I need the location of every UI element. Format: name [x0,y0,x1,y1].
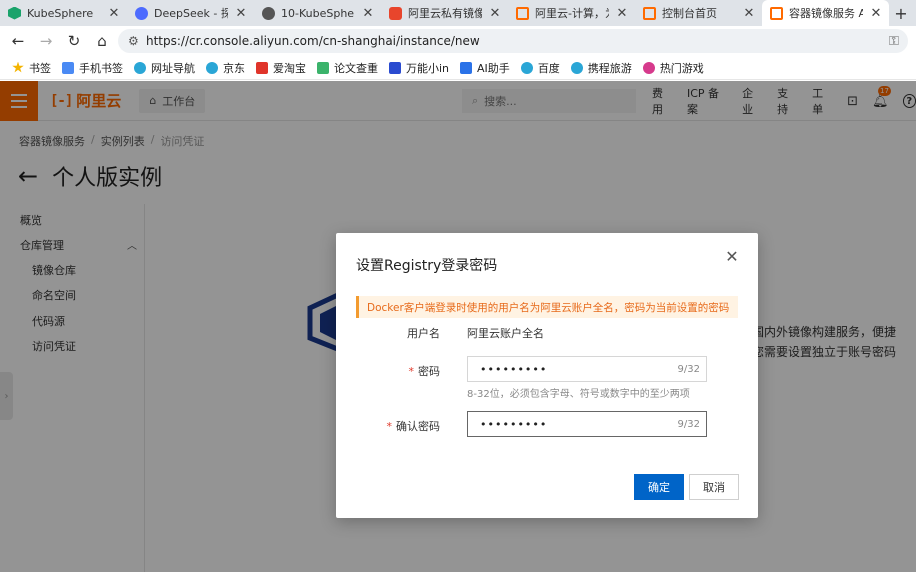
warning-banner: Docker客户端登录时使用的用户名为阿里云账户全名，密码为当前设置的密码 [356,296,738,318]
browser-tab-strip: KubeSphere ✕ DeepSeek - 探索未 ✕ 10-KubeSph… [0,0,916,26]
bookmark-label: 书签 [29,61,51,75]
browser-logo-icon [520,61,533,74]
bookmark-item[interactable]: 携程旅游 [569,60,641,76]
folder-icon [62,61,74,74]
required-mark: * [408,365,415,378]
browser-tab-kubesphere[interactable]: KubeSphere ✕ [0,0,127,26]
browser-tab-aliyun[interactable]: 阿里云-计算，为了 ✕ [508,0,635,26]
new-tab-button[interactable]: + [889,0,913,26]
confirm-password-input[interactable] [480,417,678,431]
password-field[interactable]: 9/32 [467,356,707,382]
close-icon[interactable]: ✕ [869,6,883,21]
close-icon[interactable]: ✕ [488,6,502,21]
close-icon[interactable]: ✕ [724,247,740,266]
browser-tab-console[interactable]: 控制台首页 ✕ [635,0,762,26]
site-settings-icon[interactable]: ⚙ [128,34,146,48]
browser-tab-acr[interactable]: 容器镜像服务 ACR ✕ [762,0,889,26]
password-label: * 密码 [408,365,441,378]
bookmark-label: 论文查重 [334,61,378,75]
home-icon[interactable]: ⌂ [88,32,116,50]
password-hint: 8-32位，必须包含字母、符号或数字中的至少两项 [467,389,690,400]
browser-logo-icon [134,61,146,74]
bookmark-label: 网址导航 [151,61,195,75]
bookmark-item[interactable]: 手机书签 [60,60,132,76]
aliyun-icon [643,6,656,20]
taobao-icon [256,61,268,74]
close-icon[interactable]: ✕ [615,6,629,21]
close-icon[interactable]: ✕ [234,6,248,21]
tab-title: 10-KubeSphere平 [281,7,355,20]
bookmark-label: 京东 [223,61,245,75]
aliyun-icon [770,6,783,20]
username-value: 阿里云账户全名 [467,327,544,340]
close-icon[interactable]: ✕ [361,6,375,21]
browser-toolbar: ← → ↻ ⌂ ⚙ https://cr.console.aliyun.com/… [0,26,916,56]
bookmark-item[interactable]: 网址导航 [132,60,204,76]
browser-tab-csdn[interactable]: 阿里云私有镜像仓库 ✕ [381,0,508,26]
close-icon[interactable]: ✕ [107,6,121,21]
browser-tab-kubesphere-doc[interactable]: 10-KubeSphere平 ✕ [254,0,381,26]
url-text[interactable]: https://cr.console.aliyun.com/cn-shangha… [146,34,880,48]
assistant-icon [389,61,401,74]
back-arrow-icon[interactable]: ← [4,32,32,50]
csdn-icon [389,6,402,20]
bookmark-item[interactable]: 论文查重 [315,60,387,76]
bookmark-label: 热门游戏 [659,61,704,75]
confirm-button[interactable]: 确定 [634,474,684,500]
tab-title: 阿里云私有镜像仓库 [408,7,482,20]
bookmark-item[interactable]: 书签 [10,60,60,76]
tab-title: DeepSeek - 探索未 [154,7,228,20]
close-icon[interactable]: ✕ [742,6,756,21]
password-char-count: 9/32 [677,363,700,375]
bookmark-item[interactable]: 万能小in [387,60,458,76]
address-bar[interactable]: ⚙ https://cr.console.aliyun.com/cn-shang… [118,29,908,53]
tab-title: 阿里云-计算，为了 [535,7,609,20]
reload-icon[interactable]: ↻ [60,32,88,50]
bookmarks-bar: 书签 手机书签 网址导航 京东 爱淘宝 论文查重 万能小in AI助手 百度 携… [0,56,916,80]
bookmark-item[interactable]: 热门游戏 [641,60,713,76]
bookmark-item[interactable]: AI助手 [458,60,519,76]
bookmark-label: 百度 [537,61,560,75]
bookmark-label: 携程旅游 [587,61,632,75]
key-icon[interactable]: ⚿ [880,34,908,49]
bookmark-item[interactable]: 百度 [519,60,569,76]
confirm-password-label: * 确认密码 [386,420,441,433]
cancel-button[interactable]: 取消 [689,474,739,500]
bookmark-label: 爱淘宝 [273,61,306,75]
username-label: 用户名 [407,327,440,340]
game-icon [642,61,655,74]
tab-title: KubeSphere [27,6,94,20]
globe-icon [262,6,275,20]
browser-tab-deepseek[interactable]: DeepSeek - 探索未 ✕ [127,0,254,26]
bookmark-label: 万能小in [406,61,450,75]
forward-arrow-icon[interactable]: → [32,32,60,50]
paper-check-icon [317,61,329,74]
deepseek-icon [135,6,148,20]
confirm-password-char-count: 9/32 [677,418,700,430]
ai-icon [460,61,473,74]
aliyun-icon [516,6,529,20]
confirm-password-field[interactable]: 9/32 [467,411,707,437]
star-icon [12,61,24,73]
bookmark-label: AI助手 [477,61,510,75]
bookmark-item[interactable]: 爱淘宝 [254,60,315,76]
password-input[interactable] [480,362,678,376]
browser-logo-icon [206,61,218,74]
browser-logo-icon [570,61,583,74]
tab-title: 容器镜像服务 ACR [789,7,863,20]
bookmark-item[interactable]: 京东 [204,60,254,76]
set-registry-password-dialog: 设置Registry登录密码 ✕ Docker客户端登录时使用的用户名为阿里云账… [336,233,758,518]
kubesphere-icon [8,6,21,20]
bookmark-label: 手机书签 [79,61,123,75]
required-mark: * [386,420,393,433]
tab-title: 控制台首页 [662,7,717,20]
dialog-title: 设置Registry登录密码 [356,258,498,274]
